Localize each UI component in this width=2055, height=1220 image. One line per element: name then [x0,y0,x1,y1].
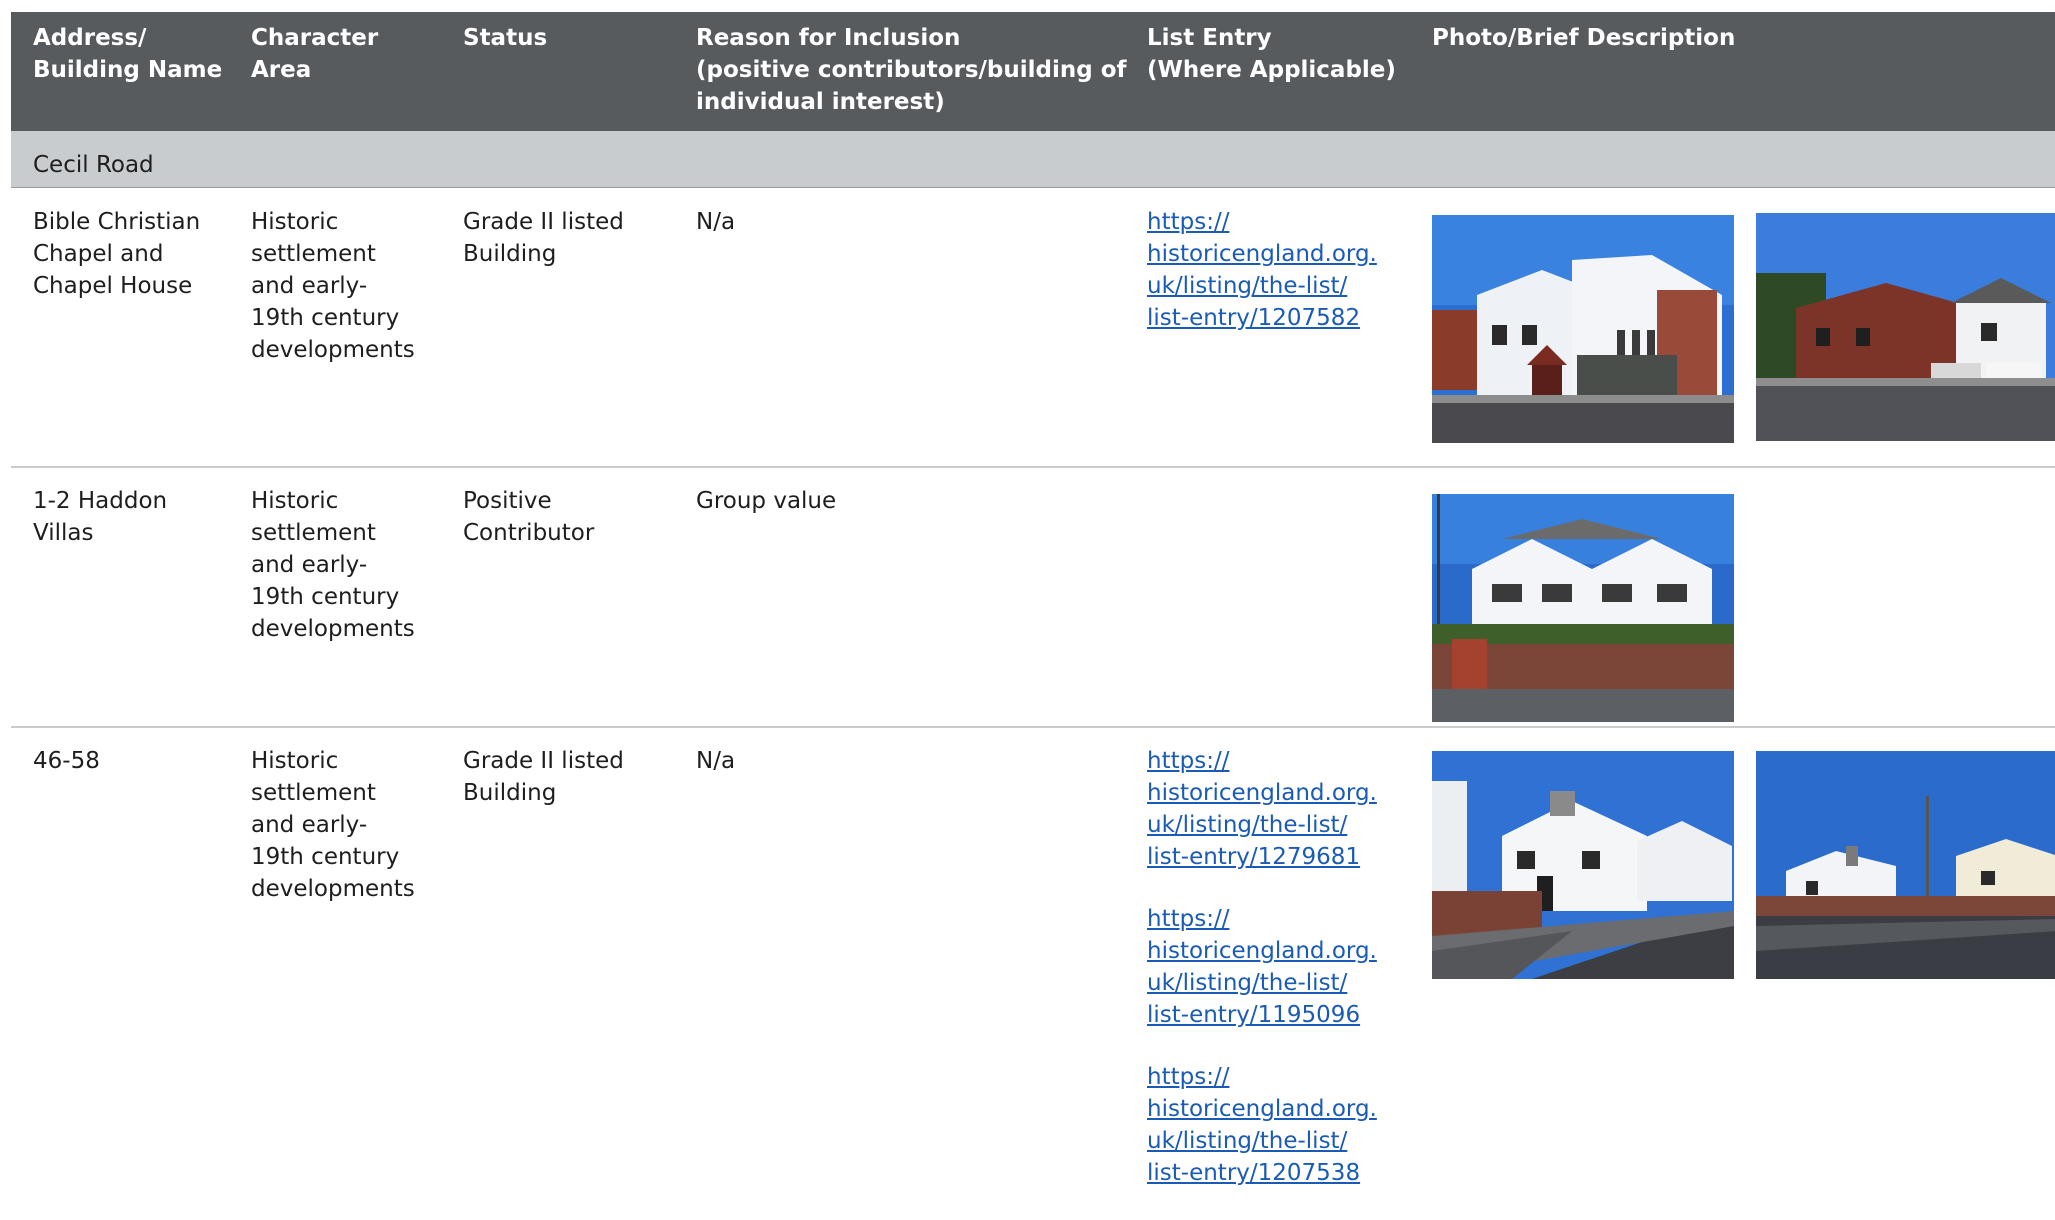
text-line: 19th century [251,305,400,331]
chapel-photo-icon [1432,215,1734,443]
header-line: Area [251,57,312,83]
terrace-photo-icon [1432,751,1734,979]
address-cell: 46-58 [33,745,100,777]
text-line: Chapel House [33,273,193,299]
text-line: Historic [251,488,339,514]
link-line[interactable]: uk/listing/the-list/ [1147,967,1377,999]
link-line[interactable]: uk/listing/the-list/ [1147,1125,1377,1157]
list-entry-link[interactable]: https:// historicengland.org. uk/listing… [1147,745,1377,873]
link-line[interactable]: historicengland.org. [1147,1093,1377,1125]
link-spacer [1147,873,1377,903]
text-line: settlement [251,241,376,267]
header-status: Status [463,22,547,54]
link-line[interactable]: historicengland.org. [1147,777,1377,809]
header-line: Status [463,25,548,51]
link-line[interactable]: uk/listing/the-list/ [1147,270,1377,302]
text-line: developments [251,337,415,363]
terrace-street-photo-icon [1756,751,2055,979]
status-cell: Grade II listed Building [463,206,624,270]
text-line: Positive [463,488,552,514]
header-line: individual interest) [696,89,945,115]
header-line: Reason for Inclusion [696,25,961,51]
list-entry-link[interactable]: https:// historicengland.org. uk/listing… [1147,1061,1377,1189]
text-line: 46-58 [33,748,100,774]
link-line[interactable]: https:// [1147,745,1377,777]
header-line: (Where Applicable) [1147,57,1396,83]
header-line: Photo/Brief Description [1432,25,1736,51]
character-area-cell: Historic settlement and early- 19th cent… [251,206,415,366]
text-line: Villas [33,520,94,546]
text-line: Historic [251,748,339,774]
header-character-area: Character Area [251,22,378,86]
status-cell: Grade II listed Building [463,745,624,809]
link-line[interactable]: list-entry/1279681 [1147,841,1377,873]
text-line: Building [463,241,557,267]
header-reason: Reason for Inclusion (positive contribut… [696,22,1127,118]
link-line[interactable]: list-entry/1207582 [1147,302,1377,334]
header-photo: Photo/Brief Description [1432,22,1735,54]
header-line: (positive contributors/building of [696,57,1127,83]
character-area-cell: Historic settlement and early- 19th cent… [251,745,415,905]
link-line[interactable]: list-entry/1195096 [1147,999,1377,1031]
link-line[interactable]: https:// [1147,206,1377,238]
header-line: Character [251,25,379,51]
table-row: 1-2 Haddon Villas Historic settlement an… [11,468,2055,728]
header-line: List Entry [1147,25,1272,51]
street-house-photo-icon [1756,213,2055,441]
link-line[interactable]: uk/listing/the-list/ [1147,809,1377,841]
table-header: Address/ Building Name Character Area St… [11,12,2055,131]
table-row: 46-58 Historic settlement and early- 19t… [11,728,2055,1220]
text-line: settlement [251,780,376,806]
text-line: Grade II listed [463,209,624,235]
text-line: and early- [251,552,368,578]
list-entry-link[interactable]: https:// historicengland.org. uk/listing… [1147,206,1377,334]
reason-cell: N/a [696,748,736,774]
text-line: Historic [251,209,339,235]
text-line: Contributor [463,520,595,546]
section-row-cecil-road: Cecil Road [11,131,2055,188]
text-line: developments [251,616,415,642]
table-row: Bible Christian Chapel and Chapel House … [11,188,2055,468]
reason-cell: Group value [696,488,837,514]
text-line: 19th century [251,844,400,870]
list-entry-cell: https:// historicengland.org. uk/listing… [1147,745,1377,1189]
text-line: and early- [251,812,368,838]
link-line[interactable]: historicengland.org. [1147,238,1377,270]
character-area-cell: Historic settlement and early- 19th cent… [251,485,415,645]
text-line: developments [251,876,415,902]
header-line: Building Name [33,57,223,83]
link-line[interactable]: https:// [1147,903,1377,935]
text-line: Building [463,780,557,806]
header-list-entry: List Entry (Where Applicable) [1147,22,1396,86]
link-line[interactable]: https:// [1147,1061,1377,1093]
header-address: Address/ Building Name [33,22,222,86]
address-cell: 1-2 Haddon Villas [33,485,167,549]
text-line: Chapel and [33,241,164,267]
address-cell: Bible Christian Chapel and Chapel House [33,206,200,302]
text-line: settlement [251,520,376,546]
text-line: Bible Christian [33,209,201,235]
status-cell: Positive Contributor [463,485,594,549]
link-line[interactable]: historicengland.org. [1147,935,1377,967]
list-entry-cell: https:// historicengland.org. uk/listing… [1147,206,1377,334]
header-line: Address/ [33,25,147,51]
section-label: Cecil Road [33,152,154,178]
link-spacer [1147,1031,1377,1061]
text-line: 19th century [251,584,400,610]
text-line: Grade II listed [463,748,624,774]
text-line: and early- [251,273,368,299]
villas-photo-icon [1432,494,1734,722]
link-line[interactable]: list-entry/1207538 [1147,1157,1377,1189]
reason-cell: N/a [696,209,736,235]
list-entry-link[interactable]: https:// historicengland.org. uk/listing… [1147,903,1377,1031]
text-line: 1-2 Haddon [33,488,168,514]
